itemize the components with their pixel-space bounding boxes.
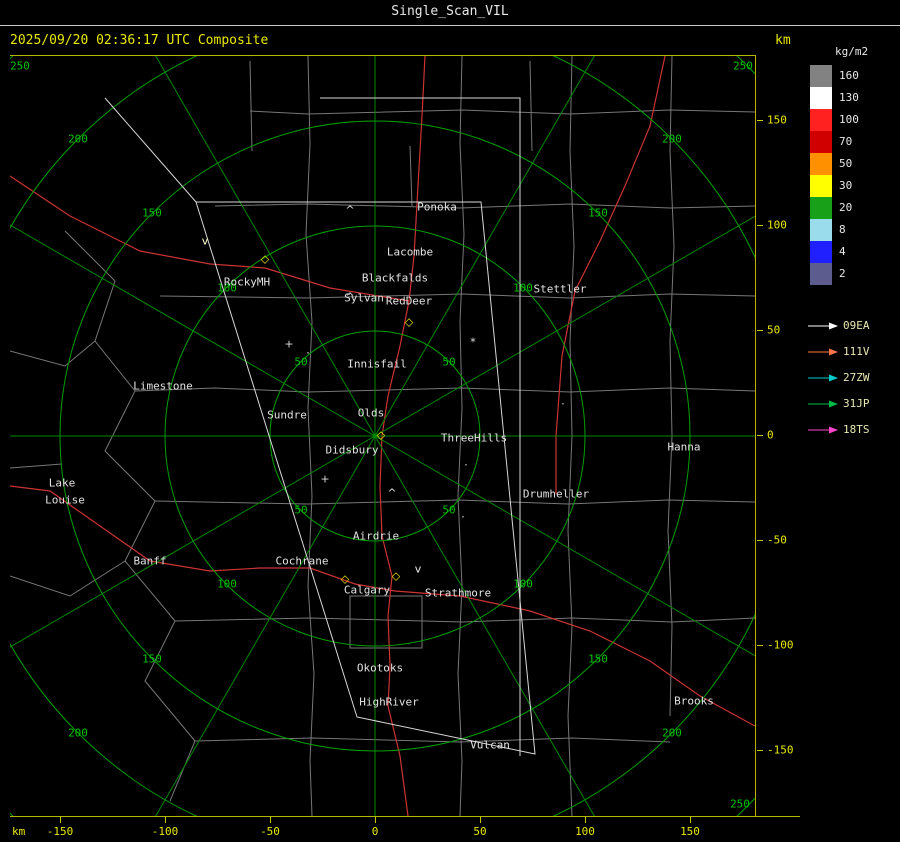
side-panel: kg/m2 160 130 100 70 50 30 20 8 4 2 09EA 111V 27ZW 3… xyxy=(805,45,900,825)
bottom-axis-label: 50 xyxy=(473,825,487,838)
legend-swatch xyxy=(810,109,832,131)
right-axis-label: 100 xyxy=(767,218,787,232)
site-row: 18TS xyxy=(805,417,900,443)
site-id: 18TS xyxy=(843,423,870,436)
legend-value: 50 xyxy=(839,157,853,170)
site-arrow-icon xyxy=(808,426,838,434)
radar-map-graphics xyxy=(10,56,755,816)
site-id: 111V xyxy=(843,345,870,358)
right-axis: 150 100 50 0 -50 -100 -150 xyxy=(757,55,801,815)
bottom-axis-tick xyxy=(60,817,61,823)
site-arrow-icon xyxy=(808,348,838,356)
legend-value: 8 xyxy=(839,223,846,236)
bottom-axis-unit-label: km xyxy=(12,825,26,838)
bottom-axis: km -150 -100 -50 0 50 100 150 xyxy=(10,816,800,842)
right-axis-tick xyxy=(757,120,763,121)
legend-value: 30 xyxy=(839,179,853,192)
bottom-axis-tick xyxy=(585,817,586,823)
site-id: 27ZW xyxy=(843,371,870,384)
right-axis-label: 0 xyxy=(767,428,774,442)
bottom-axis-label: -100 xyxy=(151,825,179,838)
azimuth-spokes xyxy=(10,56,755,816)
site-row: 09EA xyxy=(805,313,900,339)
right-axis-tick xyxy=(757,750,763,751)
color-scale-legend: 160 130 100 70 50 30 20 8 4 2 xyxy=(805,65,900,285)
site-row: 111V xyxy=(805,339,900,365)
right-axis-tick xyxy=(757,225,763,226)
legend-entry: 8 xyxy=(805,219,900,241)
legend-value: 4 xyxy=(839,245,846,258)
legend-swatch xyxy=(810,219,832,241)
right-axis-tick xyxy=(757,435,763,436)
bottom-axis-tick xyxy=(165,817,166,823)
right-axis-label: -150 xyxy=(767,743,794,757)
legend-entry: 160 xyxy=(805,65,900,87)
bottom-axis-tick xyxy=(480,817,481,823)
right-axis-unit-label: km xyxy=(775,33,791,48)
legend-swatch xyxy=(810,65,832,87)
bottom-axis-tick xyxy=(690,817,691,823)
legend-entry: 130 xyxy=(805,87,900,109)
legend-swatch xyxy=(810,263,832,285)
legend-entry: 4 xyxy=(805,241,900,263)
legend-value: 2 xyxy=(839,267,846,280)
timestamp-label: 2025/09/20 02:36:17 UTC Composite xyxy=(10,33,269,48)
legend-entry: 2 xyxy=(805,263,900,285)
legend-value: 130 xyxy=(839,91,859,104)
legend-value: 20 xyxy=(839,201,853,214)
legend-swatch xyxy=(810,153,832,175)
legend-entry: 100 xyxy=(805,109,900,131)
legend-swatch xyxy=(810,131,832,153)
legend-entry: 70 xyxy=(805,131,900,153)
bottom-axis-label: -50 xyxy=(260,825,280,838)
right-axis-label: 150 xyxy=(767,113,787,127)
right-axis-label: 50 xyxy=(767,323,781,337)
right-axis-tick xyxy=(757,645,763,646)
legend-value: 160 xyxy=(839,69,859,82)
site-row: 31JP xyxy=(805,391,900,417)
legend-entry: 20 xyxy=(805,197,900,219)
legend-title: kg/m2 xyxy=(835,45,869,58)
site-arrow-icon xyxy=(808,374,838,382)
legend-entry: 50 xyxy=(805,153,900,175)
legend-swatch xyxy=(810,241,832,263)
legend-swatch xyxy=(810,87,832,109)
bottom-axis-tick xyxy=(270,817,271,823)
legend-value: 100 xyxy=(839,113,859,126)
legend-swatch xyxy=(810,175,832,197)
site-id: 09EA xyxy=(843,319,870,332)
bottom-axis-tick xyxy=(375,817,376,823)
window-title: Single_Scan_VIL xyxy=(0,0,900,26)
site-id: 31JP xyxy=(843,397,870,410)
site-row: 27ZW xyxy=(805,365,900,391)
legend-value: 70 xyxy=(839,135,853,148)
bottom-axis-label: 100 xyxy=(575,825,595,838)
radar-site-legend: 09EA 111V 27ZW 31JP 18TS xyxy=(805,313,900,443)
radar-map-canvas[interactable]: 250 200 150 100 50 50 100 150 200 250 50 100 150 200 5… xyxy=(10,55,756,816)
site-arrow-icon xyxy=(808,400,838,408)
legend-entry: 30 xyxy=(805,175,900,197)
site-arrow-icon xyxy=(808,322,838,330)
right-axis-tick xyxy=(757,540,763,541)
bottom-axis-label: 150 xyxy=(680,825,700,838)
bottom-axis-label: 0 xyxy=(371,825,379,838)
right-axis-label: -50 xyxy=(767,533,787,547)
right-axis-label: -100 xyxy=(767,638,794,652)
right-axis-tick xyxy=(757,330,763,331)
legend-swatch xyxy=(810,197,832,219)
info-bar: 2025/09/20 02:36:17 UTC Composite km xyxy=(0,27,900,53)
bottom-axis-label: -150 xyxy=(46,825,74,838)
